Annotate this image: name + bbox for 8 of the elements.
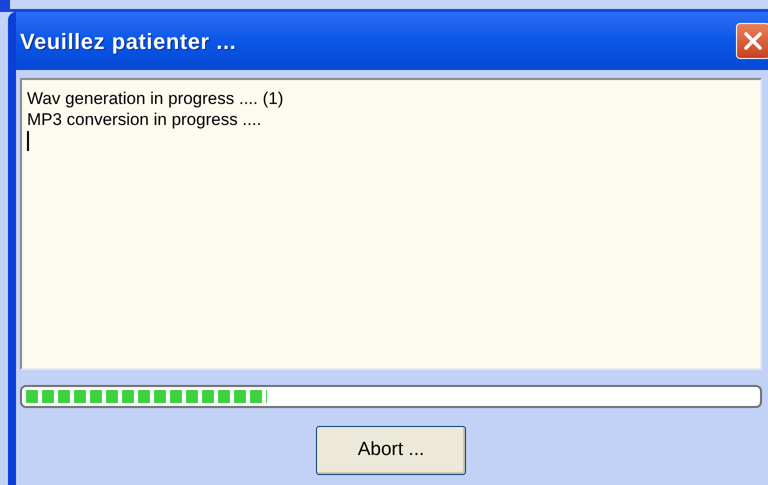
log-line: Wav generation in progress .... (1): [27, 88, 284, 109]
log-line: MP3 conversion in progress ....: [27, 109, 262, 130]
close-button[interactable]: [736, 23, 768, 59]
text-cursor: [27, 131, 29, 151]
close-icon: [742, 30, 764, 52]
log-text-area[interactable]: Wav generation in progress .... (1) MP3 conversion in progress ....: [20, 78, 762, 370]
window-title: Veuillez patienter ...: [20, 28, 236, 56]
abort-button[interactable]: Abort ...: [316, 426, 466, 475]
